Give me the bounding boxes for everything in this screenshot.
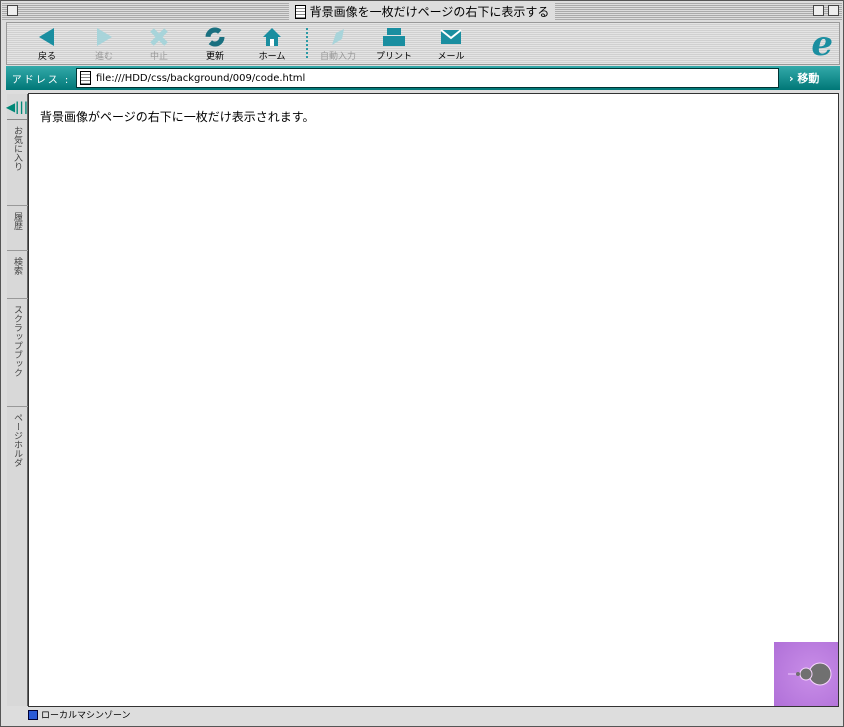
page-icon [80,71,91,85]
title-bar[interactable]: 背景画像を一枚だけページの右下に表示する [2,2,842,21]
body-text: 背景画像がページの右下に一枚だけ表示されます。 [40,110,315,124]
sidebar-tab-page-holder[interactable]: ページホルダ [7,407,28,487]
status-bar: ローカルマシンゾーン [28,708,839,721]
stop-button[interactable]: 中止 [134,27,184,62]
autofill-icon [332,29,344,45]
stop-icon [150,28,168,46]
document-icon [294,4,306,19]
address-url: file:///HDD/css/background/009/code.html [96,72,306,84]
back-icon [39,28,54,46]
window-title: 背景画像を一枚だけページの右下に表示する [309,5,550,19]
close-box[interactable] [7,5,18,16]
address-label: アドレス : [11,74,71,86]
background-image-mandelbrot [774,642,838,706]
zone-text: ローカルマシンゾーン [41,711,131,721]
collapse-box[interactable] [828,5,839,16]
back-button[interactable]: 戻る [22,27,72,62]
mail-button[interactable]: メール [426,27,476,62]
forward-icon [97,28,112,46]
refresh-button[interactable]: 更新 [190,27,240,62]
sidebar-tab-search[interactable]: 検索 [7,251,28,299]
explorer-sidebar: ◀||| お気に入り 履歴 検索 スクラップブック ページホルダ [6,94,28,706]
sidebar-tab-favorites[interactable]: お気に入り [7,120,28,206]
print-icon [383,28,405,46]
zone-icon [28,709,38,720]
sidebar-tab-scrapbook[interactable]: スクラップブック [7,299,28,407]
autofill-button[interactable]: 自動入力 [313,27,363,62]
browser-window: 背景画像を一枚だけページの右下に表示する 戻る 進む 中止 更新 ホーム 自動入… [0,0,844,727]
sidebar-tab-history[interactable]: 履歴 [7,206,28,251]
zoom-box[interactable] [813,5,824,16]
toolbar: 戻る 進む 中止 更新 ホーム 自動入力 プリント メール e [6,22,840,65]
home-button[interactable]: ホーム [247,27,297,62]
page-content: 背景画像がページの右下に一枚だけ表示されます。 [28,93,839,707]
address-input[interactable]: file:///HDD/css/background/009/code.html [76,68,779,88]
refresh-icon [205,27,225,47]
forward-button[interactable]: 進む [79,27,129,62]
print-button[interactable]: プリント [369,27,419,62]
go-button[interactable]: › 移動 [789,70,819,86]
address-bar: アドレス : file:///HDD/css/background/009/co… [6,66,840,90]
mail-icon [440,29,462,44]
home-icon [263,28,281,46]
sidebar-toggle-icon[interactable]: ◀||| [6,94,28,120]
ie-logo[interactable]: e [811,27,833,61]
toolbar-separator [306,28,308,58]
